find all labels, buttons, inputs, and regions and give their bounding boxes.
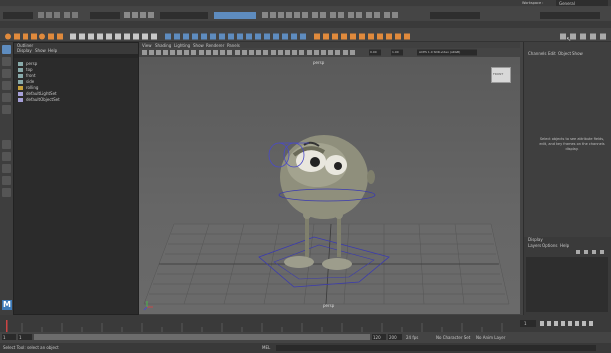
viewport-menu-lighting[interactable]: Lighting — [174, 43, 190, 48]
set-icon — [18, 92, 23, 96]
camera-icon — [18, 68, 23, 72]
character-set-dropdown[interactable]: No Character Set — [436, 335, 470, 340]
viewport-panel: View Shading Lighting Show Renderer Pane… — [139, 42, 520, 314]
end-time-field[interactable]: 200 — [388, 334, 402, 340]
shelf-tabs: Curves Surfaces Poly Modeling Sculpting … — [0, 21, 611, 39]
viewport-3d[interactable]: persp persp FRONT — [139, 57, 520, 314]
outliner-menu-help[interactable]: Help — [48, 48, 57, 53]
outliner-header: Outliner Display Show Help — [14, 43, 138, 54]
scale-tool-icon[interactable] — [2, 105, 11, 114]
layer-buttons[interactable] — [574, 249, 610, 256]
paint-select-tool-icon[interactable] — [2, 69, 11, 78]
layout-four-icon[interactable] — [2, 152, 11, 161]
camera-icon — [18, 74, 23, 78]
channelbox-tab-channels[interactable]: Channels — [528, 51, 547, 56]
layer-editor-panel: Display Layers Options Help — [523, 237, 611, 315]
workspace-dropdown[interactable]: General — [556, 0, 608, 6]
maya-logo-icon: M — [2, 300, 12, 310]
help-line: Select Tool: select an object — [3, 345, 59, 350]
search-icon[interactable] — [2, 188, 11, 197]
time-slider[interactable]: 1 — [0, 315, 611, 332]
playback-end-field[interactable]: 120 — [372, 334, 386, 340]
outliner-item-defaultobjectset[interactable]: defaultObjectSet — [14, 97, 138, 103]
viewport-menu-show[interactable]: Show — [193, 43, 204, 48]
viewport-toolbar-icons[interactable] — [139, 48, 520, 57]
viewport-menu-renderer[interactable]: Renderer — [206, 43, 224, 48]
viewport-title: persp — [313, 60, 325, 65]
select-tool-icon[interactable] — [2, 45, 11, 54]
camera-icon — [18, 62, 23, 66]
range-slider-bar: 1 1 120 200 24 fps No Character Set No A… — [0, 332, 611, 343]
viewport-toolbar: 0.00 1.00 ACES 1.0 SDR-video (sRGB) — [139, 48, 520, 57]
channel-box-panel: Channels Edit Object Show Select objects… — [523, 42, 611, 237]
outliner-menu-display[interactable]: Display — [17, 48, 32, 53]
exposure-value[interactable]: 0.00 — [370, 50, 377, 55]
anim-layer-dropdown[interactable]: No Anim Layer — [476, 335, 505, 340]
viewport-scene — [143, 135, 510, 311]
time-slider-ruler — [6, 320, 593, 332]
set-icon — [18, 98, 23, 102]
start-time-field[interactable]: 1 — [2, 334, 16, 340]
outliner-menu-show[interactable]: Show — [35, 48, 46, 53]
toolbox — [0, 42, 13, 319]
layers-menu-layers[interactable]: Layers — [528, 243, 541, 248]
viewcube[interactable]: FRONT — [491, 67, 511, 83]
channelbox-tab-show[interactable]: Show — [572, 51, 583, 56]
command-input[interactable] — [276, 345, 596, 351]
viewport-menu-view[interactable]: View — [142, 43, 152, 48]
script-language-toggle[interactable]: MEL — [262, 345, 270, 350]
group-icon — [18, 86, 23, 90]
outliner-panel: Outliner Display Show Help persp top fro… — [13, 42, 139, 315]
camera-label: persp — [323, 303, 335, 308]
fps-dropdown[interactable]: 24 fps — [406, 335, 418, 340]
command-line: Select Tool: select an object MEL — [0, 343, 611, 353]
menu-bar: File Edit Create Select Modify Display W… — [0, 0, 611, 16]
viewport-menu-panels[interactable]: Panels — [227, 43, 240, 48]
playback-start-field[interactable]: 1 — [18, 334, 32, 340]
channelbox-message: Select objects to see attribute fields, … — [539, 137, 605, 151]
layers-menu-options[interactable]: Options — [542, 243, 557, 248]
workspace-value: General — [559, 0, 575, 6]
channelbox-tab-edit[interactable]: Edit — [548, 51, 556, 56]
layer-list[interactable] — [526, 257, 608, 312]
move-tool-icon[interactable] — [2, 81, 11, 90]
layout-single-icon[interactable] — [2, 140, 11, 149]
colorspace-dropdown[interactable]: ACES 1.0 SDR-video (sRGB) — [419, 50, 460, 55]
layers-title[interactable]: Display — [528, 237, 543, 242]
layers-menu-help[interactable]: Help — [560, 243, 569, 248]
status-line — [0, 7, 611, 20]
rotate-tool-icon[interactable] — [2, 93, 11, 102]
lasso-tool-icon[interactable] — [2, 57, 11, 66]
channelbox-tab-object[interactable]: Object — [558, 51, 571, 56]
layout-outliner-icon[interactable] — [2, 176, 11, 185]
range-slider[interactable] — [34, 334, 370, 340]
camera-icon — [18, 80, 23, 84]
current-frame-field[interactable]: 1 — [524, 321, 527, 326]
mouse-cursor-icon: ↖ — [566, 36, 572, 43]
workspace-label: Workspace : — [522, 1, 544, 5]
shelf — [0, 28, 611, 42]
gamma-value[interactable]: 1.00 — [392, 50, 399, 55]
layout-two-icon[interactable] — [2, 164, 11, 173]
viewport-menu-shading[interactable]: Shading — [155, 43, 171, 48]
viewcube-label: FRONT — [493, 72, 504, 76]
